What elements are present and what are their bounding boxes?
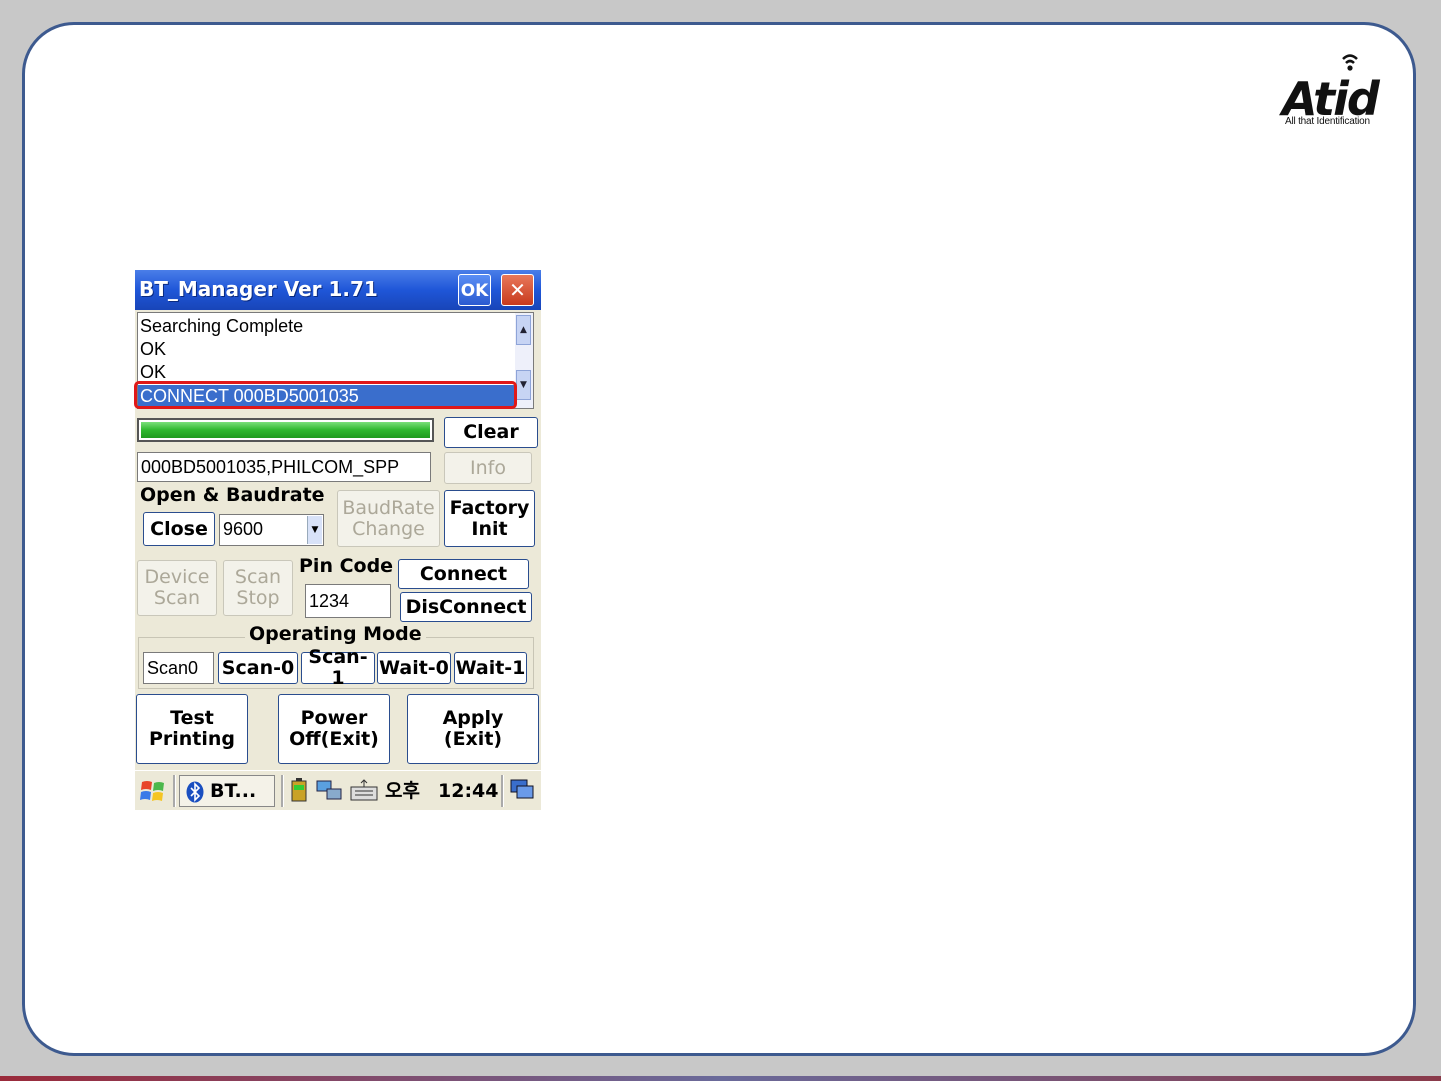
scroll-up-icon[interactable]: ▲ (516, 315, 531, 345)
pin-code-input[interactable]: 1234 (305, 584, 391, 618)
test-printing-button[interactable]: Test Printing (136, 694, 248, 764)
wireless-icon (1342, 54, 1358, 71)
device-scan-button[interactable]: Device Scan (137, 560, 217, 616)
time-prefix: 오후 (385, 780, 420, 802)
atid-logo: Atid All that Identification (1282, 50, 1392, 134)
connect-button[interactable]: Connect (398, 559, 529, 589)
taskbar: BT... 오후 12:44 (135, 770, 541, 810)
progress-fill (141, 422, 430, 438)
title-bar: BT_Manager Ver 1.71 OK ✕ (135, 270, 541, 310)
baudrate-change-button[interactable]: BaudRate Change (337, 490, 440, 547)
taskbar-separator (173, 775, 176, 807)
windows-start-icon[interactable] (139, 777, 167, 805)
device-screen: BT_Manager Ver 1.71 OK ✕ Searching Compl… (135, 270, 541, 810)
apply-exit-button[interactable]: Apply (Exit) (407, 694, 539, 764)
close-port-button[interactable]: Close (143, 512, 215, 546)
selected-line-highlight (134, 381, 517, 409)
operating-mode-label: Operating Mode (245, 623, 426, 645)
log-line[interactable]: Searching Complete (140, 315, 303, 338)
bluetooth-icon (186, 781, 204, 803)
taskbar-separator (281, 775, 284, 807)
bottom-strip (0, 1076, 1441, 1081)
taskbar-separator (501, 775, 504, 807)
log-scrollbar[interactable]: ▲ ▼ (515, 313, 533, 408)
chevron-down-icon[interactable]: ▼ (307, 516, 322, 544)
operating-mode-field: Scan0 (143, 652, 214, 684)
open-baudrate-label: Open & Baudrate (140, 484, 325, 506)
wait-0-button[interactable]: Wait-0 (377, 652, 451, 684)
network-icon[interactable] (315, 775, 345, 807)
wait-1-button[interactable]: Wait-1 (454, 652, 527, 684)
info-button[interactable]: Info (444, 452, 532, 484)
window-title: BT_Manager Ver 1.71 (139, 277, 378, 301)
device-address-field[interactable]: 000BD5001035,PHILCOM_SPP (137, 452, 431, 482)
taskbar-task-button[interactable]: BT... (179, 775, 275, 807)
clear-button[interactable]: Clear (444, 417, 538, 448)
scan-0-button[interactable]: Scan-0 (218, 652, 298, 684)
keyboard-icon[interactable] (349, 775, 379, 807)
scroll-down-icon[interactable]: ▼ (516, 370, 531, 400)
desktop-icon[interactable] (508, 775, 536, 807)
taskbar-task-label: BT... (210, 780, 257, 802)
close-window-button[interactable]: ✕ (501, 274, 534, 306)
power-off-button[interactable]: Power Off(Exit) (278, 694, 390, 764)
factory-init-button[interactable]: Factory Init (444, 490, 535, 547)
scan-stop-button[interactable]: Scan Stop (223, 560, 293, 616)
logo-tagline: All that Identification (1285, 116, 1370, 127)
disconnect-button[interactable]: DisConnect (400, 592, 532, 622)
battery-icon[interactable] (289, 775, 311, 807)
progress-bar (137, 418, 434, 442)
scan-1-button[interactable]: Scan-1 (301, 647, 375, 689)
log-line[interactable]: OK (140, 338, 166, 361)
clock[interactable]: 12:44 (438, 775, 498, 807)
pin-code-label: Pin Code (299, 555, 394, 577)
ok-button[interactable]: OK (458, 274, 491, 306)
